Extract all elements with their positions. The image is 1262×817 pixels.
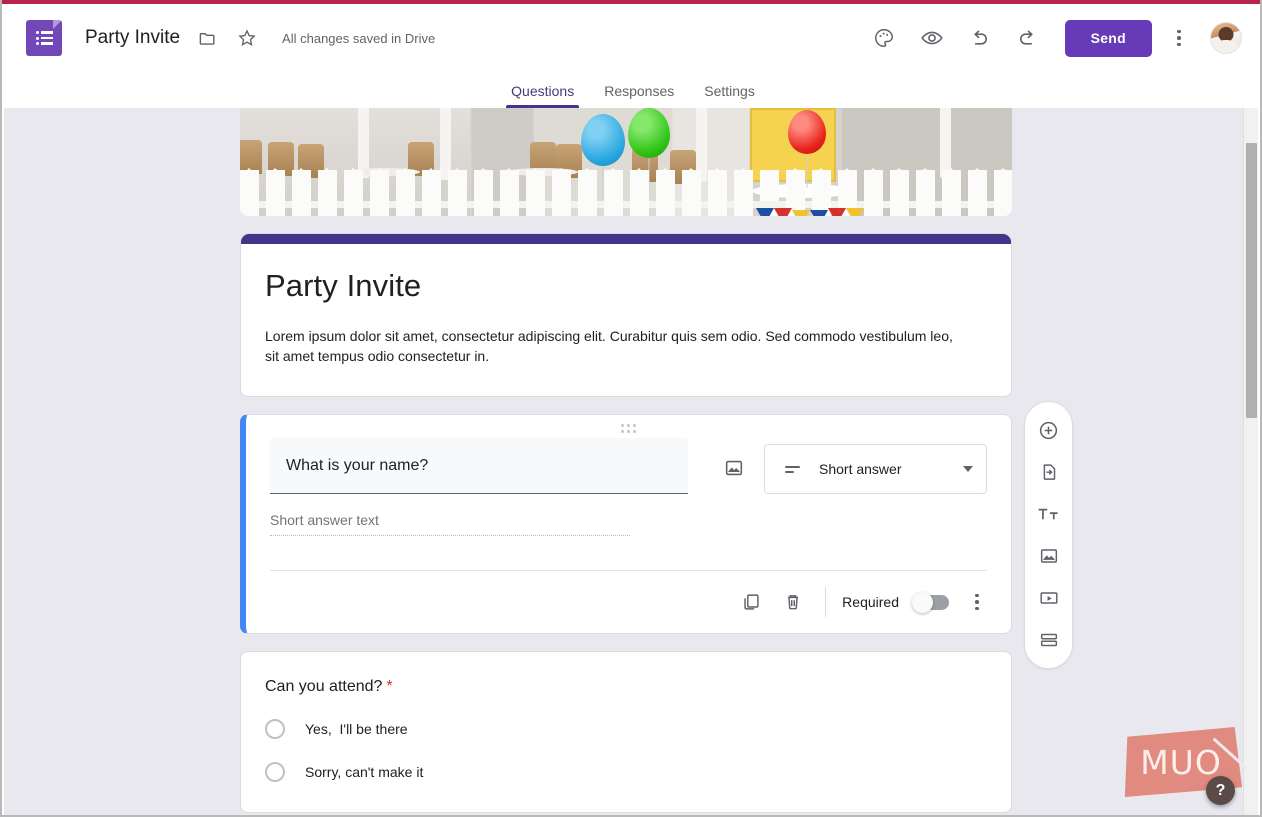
form-editor-scroll-area[interactable]: Party Invite Lorem ipsum dolor sit amet,… bbox=[4, 108, 1250, 815]
plus-circle-icon[interactable] bbox=[1027, 410, 1071, 450]
option-row[interactable]: Yes, I'll be there bbox=[265, 719, 987, 739]
header-actions: Send bbox=[863, 17, 1260, 59]
option-row[interactable]: Sorry, can't make it bbox=[265, 762, 987, 782]
duplicate-icon[interactable] bbox=[731, 582, 771, 622]
header-more-menu-icon[interactable] bbox=[1162, 17, 1196, 59]
choice-question-card[interactable]: Can you attend? * Yes, I'll be there Sorr… bbox=[240, 651, 1012, 813]
balloon-blue bbox=[581, 114, 625, 166]
balloon-red bbox=[788, 110, 826, 154]
option-label: Yes, I'll be there bbox=[305, 721, 408, 737]
short-answer-icon bbox=[785, 465, 800, 473]
tab-responses[interactable]: Responses bbox=[591, 83, 687, 108]
tab-bar: Questions Responses Settings bbox=[2, 72, 1260, 108]
required-label: Required bbox=[842, 594, 899, 610]
radio-unchecked-icon[interactable] bbox=[265, 719, 285, 739]
tab-questions[interactable]: Questions bbox=[498, 83, 587, 108]
trash-icon[interactable] bbox=[773, 582, 813, 622]
vertical-scrollbar[interactable] bbox=[1243, 108, 1258, 815]
video-icon[interactable] bbox=[1027, 578, 1071, 618]
footer-divider bbox=[825, 587, 827, 617]
muo-watermark-text: MUO bbox=[1140, 742, 1222, 782]
image-icon[interactable] bbox=[1027, 536, 1071, 576]
balloon-green bbox=[628, 108, 670, 158]
palette-icon[interactable] bbox=[863, 17, 905, 59]
chevron-down-icon bbox=[963, 466, 973, 472]
document-title[interactable]: Party Invite bbox=[85, 27, 180, 49]
undo-icon[interactable] bbox=[959, 17, 1001, 59]
drag-handle-icon[interactable] bbox=[246, 424, 1011, 433]
star-icon[interactable] bbox=[234, 25, 260, 51]
avatar[interactable] bbox=[1210, 22, 1242, 54]
option-label: Sorry, can't make it bbox=[305, 764, 424, 780]
browser-window: Party Invite All changes saved in Drive bbox=[0, 0, 1262, 817]
form-description[interactable]: Lorem ipsum dolor sit amet, consectetur … bbox=[265, 326, 965, 366]
short-answer-placeholder: Short answer text bbox=[270, 512, 630, 536]
question-title-input[interactable]: What is your name? bbox=[270, 438, 688, 494]
add-item-toolbar bbox=[1024, 401, 1073, 669]
scrollbar-thumb[interactable] bbox=[1246, 143, 1257, 418]
google-forms-icon[interactable] bbox=[26, 20, 62, 56]
banner-fence bbox=[240, 168, 1012, 216]
required-toggle[interactable] bbox=[912, 591, 949, 613]
title-text-icon[interactable] bbox=[1027, 494, 1071, 534]
choice-question-title: Can you attend? * bbox=[265, 678, 987, 696]
add-image-icon[interactable] bbox=[714, 448, 754, 488]
radio-unchecked-icon[interactable] bbox=[265, 762, 285, 782]
form-accent-bar bbox=[241, 234, 1011, 244]
eye-icon[interactable] bbox=[911, 17, 953, 59]
help-button[interactable]: ? bbox=[1206, 776, 1235, 805]
question-more-menu-icon[interactable] bbox=[961, 582, 993, 622]
question-type-select[interactable]: Short answer bbox=[764, 444, 987, 494]
form-header-card[interactable]: Party Invite Lorem ipsum dolor sit amet,… bbox=[240, 233, 1012, 397]
app-header: Party Invite All changes saved in Drive bbox=[2, 4, 1260, 72]
import-file-icon[interactable] bbox=[1027, 452, 1071, 492]
form-title[interactable]: Party Invite bbox=[265, 268, 987, 304]
form-banner-image[interactable] bbox=[240, 108, 1012, 216]
required-asterisk: * bbox=[386, 678, 393, 695]
save-status: All changes saved in Drive bbox=[282, 30, 436, 46]
redo-icon[interactable] bbox=[1007, 17, 1049, 59]
question-type-value: Short answer bbox=[819, 461, 902, 477]
folder-icon[interactable] bbox=[194, 25, 220, 51]
section-icon[interactable] bbox=[1027, 620, 1071, 660]
question-card[interactable]: What is your name? Short answer Short an… bbox=[240, 414, 1012, 634]
form-content-column: Party Invite Lorem ipsum dolor sit amet,… bbox=[240, 108, 1012, 813]
tab-settings[interactable]: Settings bbox=[691, 83, 768, 108]
send-button[interactable]: Send bbox=[1064, 19, 1152, 57]
choice-question-text: Can you attend? bbox=[265, 678, 383, 695]
question-card-footer: Required bbox=[246, 571, 1011, 633]
